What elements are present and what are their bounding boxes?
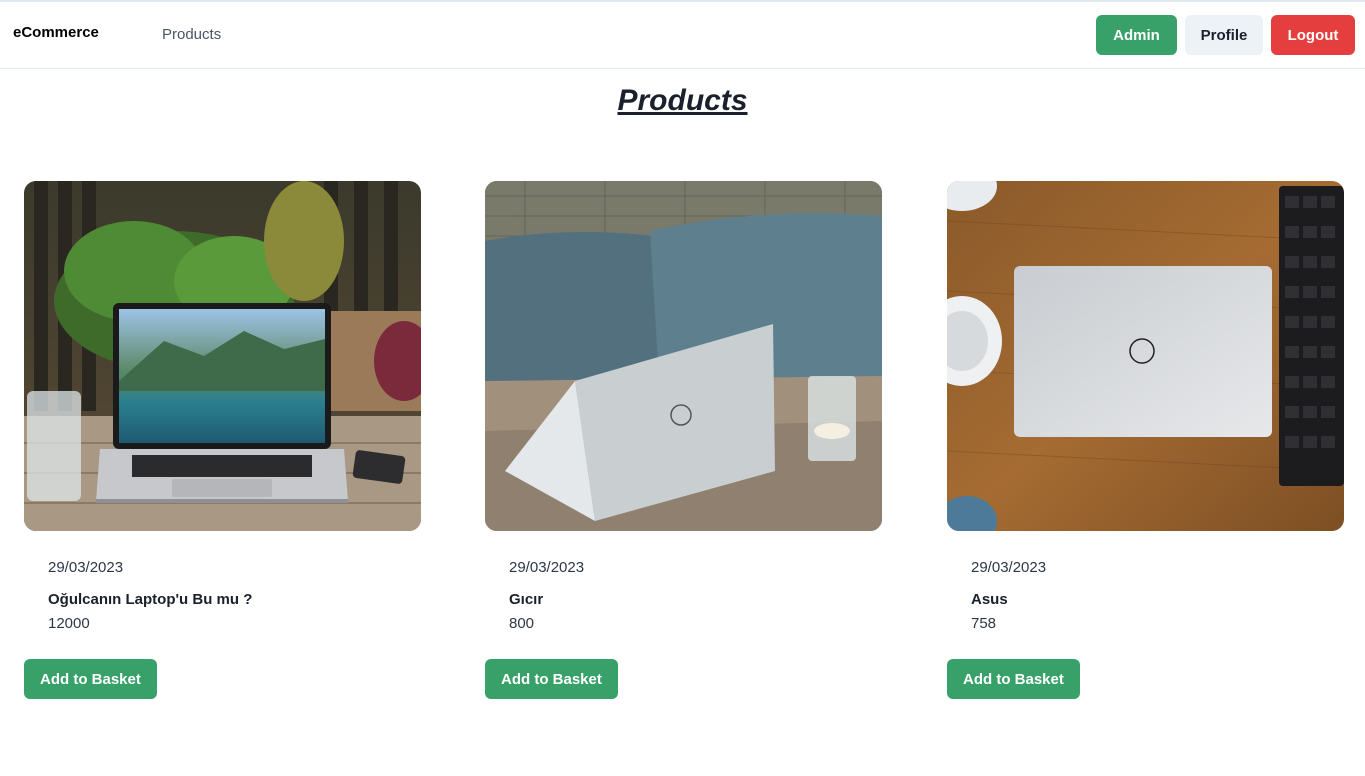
product-card: 29/03/2023 Oğulcanın Laptop'u Bu mu ? 12… — [24, 181, 422, 701]
product-price: 800 — [509, 615, 535, 632]
logout-button[interactable]: Logout — [1271, 15, 1355, 55]
product-name: Oğulcanın Laptop'u Bu mu ? — [48, 591, 253, 608]
admin-button[interactable]: Admin — [1096, 15, 1177, 55]
add-to-basket-button[interactable]: Add to Basket — [947, 659, 1080, 699]
product-name: Gıcır — [509, 591, 544, 608]
product-date: 29/03/2023 — [509, 559, 585, 576]
product-price: 12000 — [48, 615, 90, 632]
product-image — [24, 181, 421, 531]
add-to-basket-button[interactable]: Add to Basket — [485, 659, 618, 699]
profile-button[interactable]: Profile — [1185, 15, 1263, 55]
product-price: 758 — [971, 615, 997, 632]
product-card: 29/03/2023 Gıcır 800 Add to Basket — [485, 181, 883, 701]
brand-logo[interactable]: eCommerce — [13, 24, 99, 41]
navbar: eCommerce Products Admin Profile Logout — [0, 2, 1365, 69]
product-date: 29/03/2023 — [971, 559, 1047, 576]
add-to-basket-button[interactable]: Add to Basket — [24, 659, 157, 699]
product-image — [947, 181, 1344, 531]
product-image — [485, 181, 882, 531]
nav-link-products[interactable]: Products — [162, 26, 221, 43]
product-name: Asus — [971, 591, 1008, 608]
product-date: 29/03/2023 — [48, 559, 124, 576]
page-title: Products — [617, 84, 748, 117]
product-card: 29/03/2023 Asus 758 Add to Basket — [947, 181, 1345, 701]
